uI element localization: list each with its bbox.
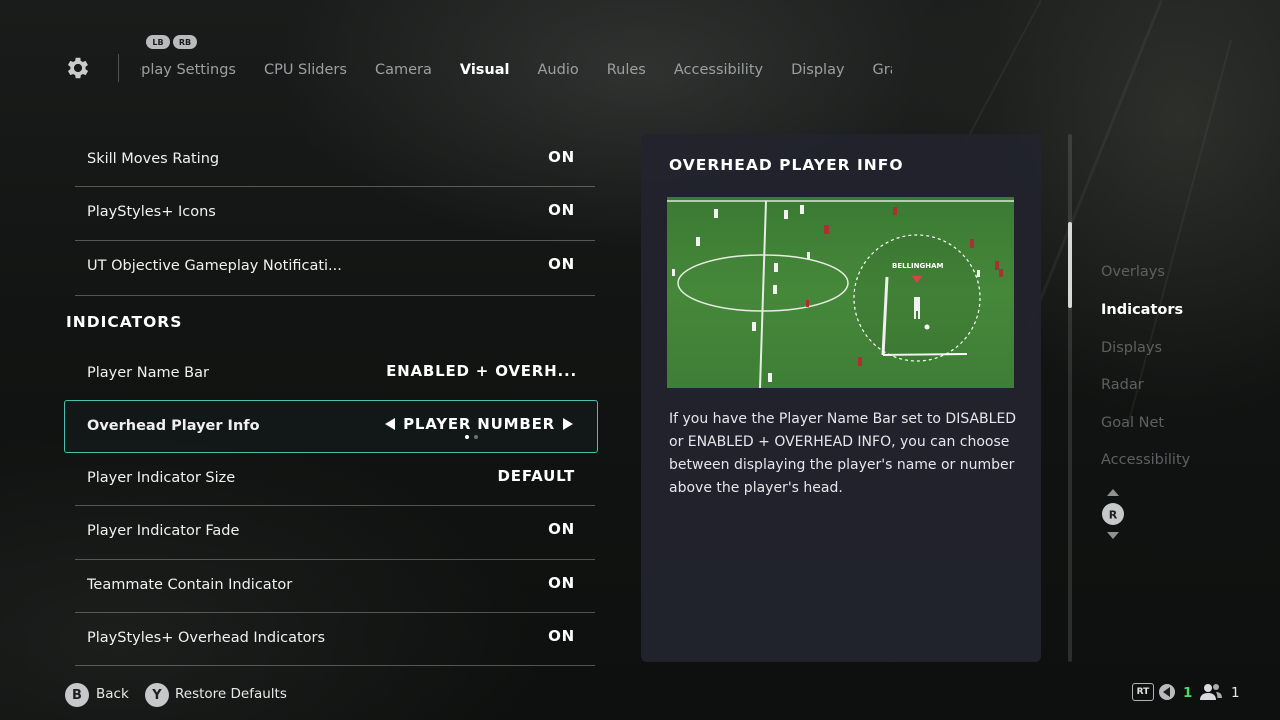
pitch-illustration: BELLINGHAM bbox=[667, 200, 1014, 388]
setting-value: DEFAULT bbox=[497, 466, 575, 485]
tab-accessibility[interactable]: Accessibility bbox=[674, 56, 763, 84]
tab-audio[interactable]: Audio bbox=[538, 56, 579, 84]
tab-rules[interactable]: Rules bbox=[607, 56, 646, 84]
setting-label: Overhead Player Info bbox=[87, 417, 260, 434]
setting-label: PlayStyles+ Icons bbox=[87, 204, 216, 221]
rb-button-icon[interactable]: RB bbox=[173, 35, 197, 49]
nav-divider bbox=[118, 54, 119, 82]
right-stick-label: R bbox=[1109, 509, 1118, 522]
info-panel-description: If you have the Player Name Bar set to D… bbox=[669, 411, 1017, 496]
setting-label: Player Name Bar bbox=[87, 364, 209, 381]
controller-count: 1 bbox=[1183, 685, 1193, 701]
arrow-left-icon[interactable] bbox=[385, 417, 396, 430]
setting-row-player-name-bar[interactable]: Player Name Bar ENABLED + OVERH... bbox=[75, 348, 595, 400]
setting-label: Player Indicator Fade bbox=[87, 523, 240, 540]
y-button-icon[interactable]: Y bbox=[145, 683, 169, 707]
option-dot bbox=[474, 434, 478, 439]
back-label[interactable]: Back bbox=[96, 686, 129, 702]
setting-value: ENABLED + OVERH... bbox=[386, 361, 577, 380]
setting-label: Skill Moves Rating bbox=[87, 151, 220, 167]
player-name-tag: BELLINGHAM bbox=[892, 262, 944, 270]
rt-button-icon[interactable]: RT bbox=[1132, 683, 1154, 701]
option-dot-active bbox=[465, 434, 469, 439]
setting-value: ON bbox=[548, 573, 575, 592]
setting-row-playstyles-icons[interactable]: PlayStyles+ Icons ON bbox=[75, 187, 595, 241]
setting-label: PlayStyles+ Overhead Indicators bbox=[87, 629, 326, 646]
setting-label: UT Objective Gameplay Notificati... bbox=[87, 257, 342, 274]
lb-button-icon[interactable]: LB bbox=[146, 35, 170, 49]
setting-value: ON bbox=[548, 626, 575, 645]
players-icon bbox=[1200, 684, 1222, 700]
tab-graphics[interactable]: Graphics bbox=[873, 56, 892, 84]
section-nav-overlays[interactable]: Overlays bbox=[1101, 262, 1190, 300]
setting-value: ON bbox=[548, 520, 575, 539]
setting-value: ON bbox=[548, 148, 575, 166]
tab-visual[interactable]: Visual bbox=[460, 56, 510, 84]
tab-strip: Gameplay Settings CPU Sliders Camera Vis… bbox=[140, 56, 892, 84]
scrollbar[interactable] bbox=[1068, 134, 1072, 662]
right-stick-icon: R bbox=[1102, 489, 1124, 539]
bumper-hints: LB RB bbox=[146, 35, 197, 49]
setting-row-teammate-contain-indicator[interactable]: Teammate Contain Indicator ON bbox=[75, 560, 595, 613]
info-panel: OVERHEAD PLAYER INFO BELLINGHAM If you h… bbox=[641, 134, 1041, 662]
setting-row-ut-objective-notifications[interactable]: UT Objective Gameplay Notificati... ON bbox=[75, 241, 595, 296]
setting-row-overhead-player-info[interactable]: Overhead Player Info PLAYER NUMBER bbox=[64, 399, 598, 453]
controller-indicator-icon bbox=[1159, 684, 1175, 700]
option-dots bbox=[465, 434, 478, 439]
restore-defaults-label[interactable]: Restore Defaults bbox=[175, 686, 287, 702]
tab-cpu-sliders[interactable]: CPU Sliders bbox=[264, 56, 347, 84]
preview-image: BELLINGHAM bbox=[667, 197, 1014, 388]
gear-icon[interactable] bbox=[64, 54, 92, 82]
settings-list: Skill Moves Rating ON PlayStyles+ Icons … bbox=[64, 134, 598, 667]
setting-value-selector: PLAYER NUMBER bbox=[385, 415, 573, 433]
tab-display[interactable]: Display bbox=[791, 56, 844, 84]
setting-label: Teammate Contain Indicator bbox=[87, 576, 293, 593]
section-nav: Overlays Indicators Displays Radar Goal … bbox=[1101, 262, 1190, 488]
setting-row-player-indicator-fade[interactable]: Player Indicator Fade ON bbox=[75, 506, 595, 560]
setting-row-skill-moves-rating[interactable]: Skill Moves Rating ON bbox=[75, 134, 595, 188]
section-nav-indicators[interactable]: Indicators bbox=[1101, 300, 1190, 338]
section-nav-goal-net[interactable]: Goal Net bbox=[1101, 413, 1190, 451]
setting-value: ON bbox=[548, 201, 575, 220]
arrow-right-icon[interactable] bbox=[563, 417, 573, 430]
section-nav-accessibility[interactable]: Accessibility bbox=[1101, 450, 1190, 488]
scrollbar-thumb[interactable] bbox=[1068, 222, 1072, 308]
setting-row-playstyles-overhead-indicators[interactable]: PlayStyles+ Overhead Indicators ON bbox=[75, 613, 595, 667]
section-heading-indicators: INDICATORS bbox=[64, 296, 598, 348]
section-heading-text: INDICATORS bbox=[66, 312, 183, 331]
setting-row-player-indicator-size[interactable]: Player Indicator Size DEFAULT bbox=[75, 453, 595, 507]
section-nav-radar[interactable]: Radar bbox=[1101, 375, 1190, 413]
setting-label: Player Indicator Size bbox=[87, 469, 236, 486]
setting-value: ON bbox=[548, 254, 575, 273]
b-button-icon[interactable]: B bbox=[65, 683, 89, 707]
top-navigation: LB RB Gameplay Settings CPU Sliders Came… bbox=[0, 0, 1280, 110]
player-count: 1 bbox=[1231, 685, 1240, 701]
section-nav-displays[interactable]: Displays bbox=[1101, 338, 1190, 376]
tab-camera[interactable]: Camera bbox=[375, 56, 432, 84]
tab-gameplay-settings[interactable]: Gameplay Settings bbox=[140, 56, 236, 84]
setting-value: PLAYER NUMBER bbox=[403, 414, 555, 433]
info-panel-title: OVERHEAD PLAYER INFO bbox=[669, 156, 904, 174]
